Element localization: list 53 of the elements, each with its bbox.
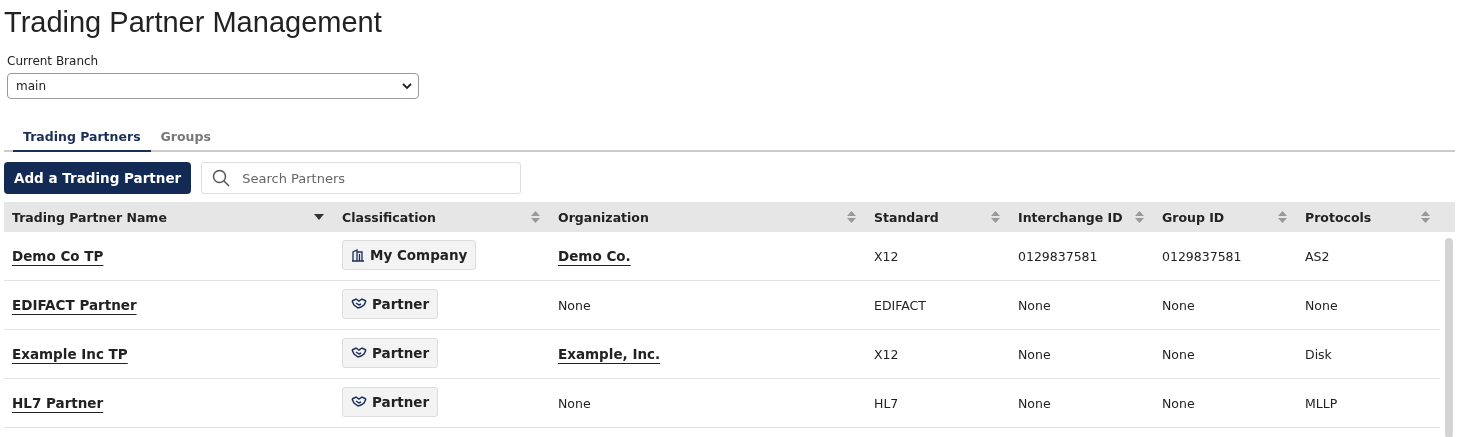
classification-badge: Partner xyxy=(342,289,439,319)
column-header[interactable]: Group ID xyxy=(1162,209,1225,225)
scrollbar[interactable] xyxy=(1445,238,1453,437)
table-cell: None xyxy=(1018,346,1051,362)
table-cell: None xyxy=(1162,346,1195,362)
column-header[interactable]: Classification xyxy=(342,209,436,225)
table-cell: X12 xyxy=(874,346,899,362)
sort-icon[interactable] xyxy=(1135,211,1144,223)
table-cell: X12 xyxy=(874,248,899,264)
classification-badge: My Company xyxy=(342,240,477,270)
chevron-icon xyxy=(402,82,412,90)
organization-link[interactable]: Example, Inc. xyxy=(558,346,661,362)
sort-descending-icon[interactable] xyxy=(314,214,324,220)
table-cell: None xyxy=(1305,297,1338,313)
partner-link[interactable]: Demo Co TP xyxy=(12,248,104,264)
classification-badge: Partner xyxy=(342,387,439,417)
partner-link[interactable]: HL7 Partner xyxy=(12,395,104,411)
tab[interactable]: Groups xyxy=(150,125,221,152)
partner-link[interactable]: Example Inc TP xyxy=(12,346,128,362)
tab[interactable]: Trading Partners xyxy=(13,125,151,152)
table-cell: MLLP xyxy=(1305,395,1338,411)
classification-badge: Partner xyxy=(342,338,439,368)
sort-icon[interactable] xyxy=(1421,211,1430,223)
column-header[interactable]: Protocols xyxy=(1305,209,1372,225)
table-cell: HL7 xyxy=(874,395,899,411)
table-cell: None xyxy=(1162,297,1195,313)
sort-icon[interactable] xyxy=(1278,211,1287,223)
partner-link[interactable]: EDIFACT Partner xyxy=(12,297,137,313)
table-cell: None xyxy=(1018,297,1051,313)
sort-icon[interactable] xyxy=(991,211,1000,223)
table-cell: 0129837581 xyxy=(1162,248,1242,264)
table-cell: 0129837581 xyxy=(1018,248,1098,264)
organization-link[interactable]: Demo Co. xyxy=(558,248,631,264)
table-cell: None xyxy=(558,297,591,313)
branch-select[interactable]: main xyxy=(7,73,419,99)
table-cell: None xyxy=(558,395,591,411)
building-icon xyxy=(351,248,365,262)
table-cell: Disk xyxy=(1305,346,1332,362)
search-icon xyxy=(212,169,231,187)
column-header[interactable]: Organization xyxy=(558,209,649,225)
column-header[interactable]: Trading Partner Name xyxy=(12,209,167,225)
column-header[interactable]: Standard xyxy=(874,209,939,225)
branch-label: Current Branch xyxy=(7,54,99,68)
table-cell: EDIFACT xyxy=(874,297,926,313)
table-cell: AS2 xyxy=(1305,248,1330,264)
sort-icon[interactable] xyxy=(531,211,540,223)
page-title: Trading Partner Management xyxy=(4,5,383,40)
table-cell: None xyxy=(1162,395,1195,411)
sort-icon[interactable] xyxy=(847,211,856,223)
search-field[interactable]: Search Partners xyxy=(201,162,522,194)
column-header[interactable]: Interchange ID xyxy=(1018,209,1123,225)
add-partner-button[interactable]: Add a Trading Partner xyxy=(4,162,192,194)
table-cell: None xyxy=(1018,395,1051,411)
